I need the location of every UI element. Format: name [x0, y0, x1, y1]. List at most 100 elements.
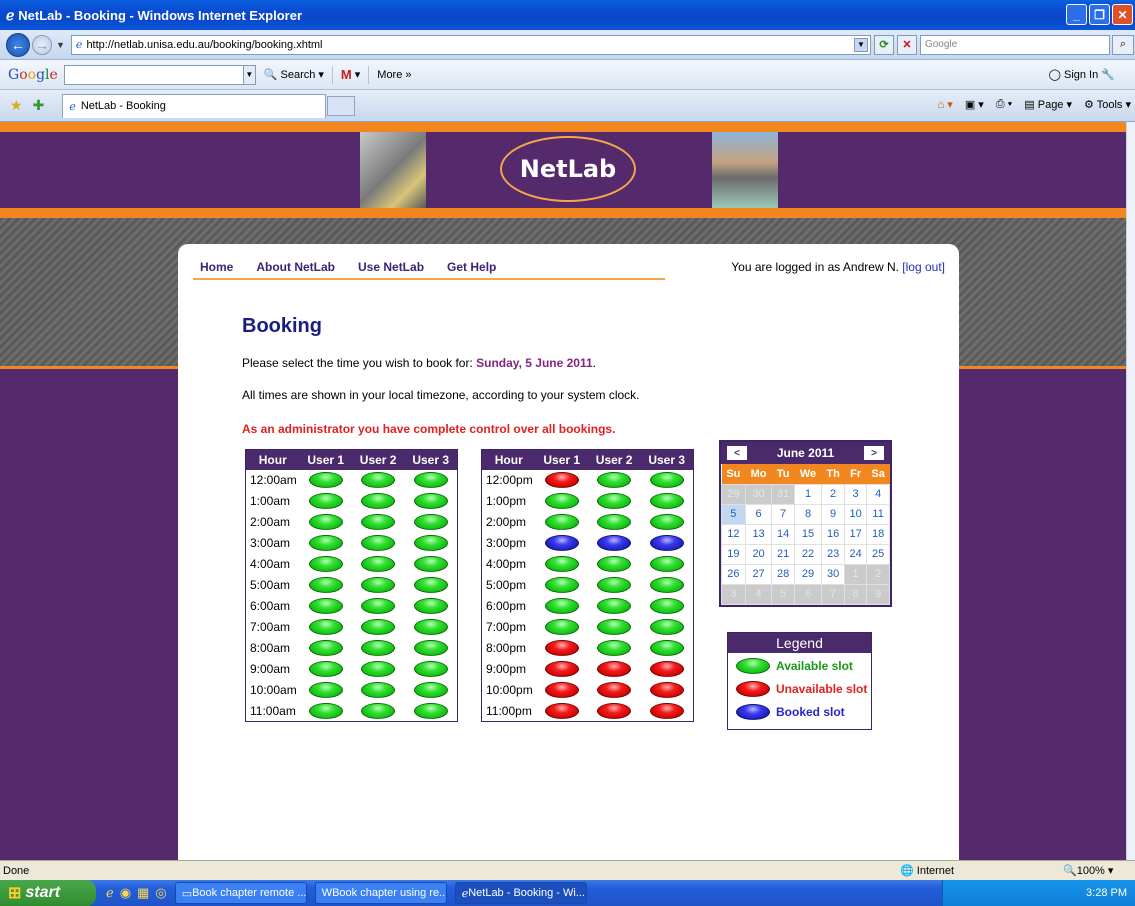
browser-quicklaunch-icon[interactable]: ◎ — [155, 885, 166, 901]
available-slot-button[interactable] — [413, 556, 448, 572]
stop-button[interactable]: ✕ — [896, 34, 917, 55]
available-slot-button[interactable] — [597, 493, 632, 509]
page-menu[interactable]: ▤ Page ▾ — [1024, 98, 1072, 111]
available-slot-button[interactable] — [649, 598, 684, 614]
nav-home[interactable]: Home — [193, 260, 233, 278]
calendar-day[interactable]: 6 — [744, 503, 773, 525]
calendar-day[interactable]: 4 — [866, 483, 890, 505]
available-slot-button[interactable] — [361, 514, 396, 530]
maximize-button[interactable]: ❐ — [1089, 4, 1110, 25]
available-slot-button[interactable] — [361, 598, 396, 614]
available-slot-button[interactable] — [649, 619, 684, 635]
available-slot-button[interactable] — [544, 493, 579, 509]
available-slot-button[interactable] — [308, 682, 343, 698]
available-slot-button[interactable] — [597, 556, 632, 572]
calendar-day[interactable]: 18 — [866, 523, 890, 545]
home-icon[interactable]: ⌂ ▾ — [938, 98, 953, 111]
unavailable-slot-button[interactable] — [649, 661, 684, 677]
available-slot-button[interactable] — [649, 577, 684, 593]
calendar-day[interactable]: 1 — [793, 483, 823, 505]
ie-quicklaunch-icon[interactable]: ℯ — [106, 885, 114, 901]
more-button[interactable]: More » — [377, 69, 411, 81]
available-slot-button[interactable] — [413, 514, 448, 530]
available-slot-button[interactable] — [597, 514, 632, 530]
calendar-day[interactable]: 14 — [771, 523, 795, 545]
calendar-day[interactable]: 9 — [866, 583, 890, 605]
calendar-day[interactable]: 7 — [771, 503, 795, 525]
available-slot-button[interactable] — [308, 535, 343, 551]
nav-use-netlab[interactable]: Use NetLab — [351, 260, 424, 278]
available-slot-button[interactable] — [649, 493, 684, 509]
available-slot-button[interactable] — [649, 472, 684, 488]
add-favorite-icon[interactable]: ✚ — [33, 97, 45, 114]
zoom-control[interactable]: 🔍100% ▾ — [1063, 864, 1113, 877]
available-slot-button[interactable] — [544, 598, 579, 614]
sign-in-link[interactable]: ◯ Sign In 🔧 — [1049, 68, 1115, 81]
nav-about-netlab[interactable]: About NetLab — [249, 260, 335, 278]
available-slot-button[interactable] — [413, 619, 448, 635]
available-slot-button[interactable] — [361, 493, 396, 509]
available-slot-button[interactable] — [361, 577, 396, 593]
calendar-day[interactable]: 23 — [821, 543, 845, 565]
available-slot-button[interactable] — [413, 661, 448, 677]
available-slot-button[interactable] — [544, 514, 579, 530]
available-slot-button[interactable] — [361, 619, 396, 635]
new-tab-button[interactable] — [327, 95, 356, 116]
media-quicklaunch-icon[interactable]: ▦ — [137, 885, 149, 901]
booked-slot-button[interactable] — [649, 535, 684, 551]
calendar-day[interactable]: 13 — [744, 523, 773, 545]
available-slot-button[interactable] — [413, 702, 448, 719]
calendar-prev-button[interactable]: < — [727, 446, 747, 460]
calendar-day[interactable]: 4 — [744, 583, 773, 605]
available-slot-button[interactable] — [544, 577, 579, 593]
calendar-day[interactable]: 29 — [793, 563, 823, 585]
calendar-day[interactable]: 17 — [843, 523, 868, 545]
calendar-day[interactable]: 27 — [744, 563, 773, 585]
tab-netlab-booking[interactable]: ℯ NetLab - Booking — [62, 93, 327, 118]
calendar-day[interactable]: 16 — [821, 523, 845, 545]
available-slot-button[interactable] — [308, 514, 343, 530]
calendar-day[interactable]: 1 — [843, 563, 868, 585]
available-slot-button[interactable] — [308, 472, 343, 488]
search-input[interactable]: Google — [919, 34, 1110, 55]
print-icon[interactable]: ⎙ ▾ — [996, 98, 1012, 111]
calendar-day[interactable]: 9 — [821, 503, 845, 525]
available-slot-button[interactable] — [413, 598, 448, 614]
available-slot-button[interactable] — [361, 472, 396, 488]
available-slot-button[interactable] — [649, 514, 684, 530]
calendar-day[interactable]: 22 — [793, 543, 823, 565]
start-button[interactable]: ⊞ start — [0, 880, 96, 906]
calendar-day[interactable]: 10 — [843, 503, 868, 525]
firefox-quicklaunch-icon[interactable]: ◉ — [120, 885, 131, 901]
calendar-day[interactable]: 15 — [793, 523, 823, 545]
favorites-star-icon[interactable]: ★ — [10, 97, 23, 114]
available-slot-button[interactable] — [361, 661, 396, 677]
search-icon[interactable]: ⌕ — [1111, 34, 1134, 55]
calendar-day[interactable]: 5 — [721, 503, 746, 525]
calendar-day[interactable]: 28 — [771, 563, 795, 585]
wrench-icon[interactable]: 🔧 — [1101, 69, 1115, 81]
taskbar-item-folder[interactable]: ▭ Book chapter remote ... — [174, 882, 307, 904]
available-slot-button[interactable] — [413, 472, 448, 488]
available-slot-button[interactable] — [544, 556, 579, 572]
available-slot-button[interactable] — [361, 702, 396, 719]
unavailable-slot-button[interactable] — [649, 682, 684, 698]
calendar-day[interactable]: 2 — [821, 483, 845, 505]
calendar-next-button[interactable]: > — [864, 446, 884, 460]
taskbar-item-word[interactable]: W Book chapter using re... — [314, 882, 447, 904]
logout-link[interactable]: [log out] — [902, 260, 945, 274]
close-button[interactable]: ✕ — [1112, 4, 1133, 25]
calendar-day[interactable]: 5 — [771, 583, 795, 605]
available-slot-button[interactable] — [413, 577, 448, 593]
calendar-day[interactable]: 3 — [721, 583, 746, 605]
unavailable-slot-button[interactable] — [597, 682, 632, 698]
calendar-day[interactable]: 30 — [821, 563, 845, 585]
calendar-day[interactable]: 20 — [744, 543, 773, 565]
available-slot-button[interactable] — [308, 640, 343, 656]
calendar-day[interactable]: 12 — [721, 523, 746, 545]
unavailable-slot-button[interactable] — [597, 702, 632, 719]
available-slot-button[interactable] — [308, 493, 343, 509]
page-scrollbar[interactable] — [1126, 122, 1135, 860]
available-slot-button[interactable] — [308, 702, 343, 719]
calendar-day[interactable]: 21 — [771, 543, 795, 565]
